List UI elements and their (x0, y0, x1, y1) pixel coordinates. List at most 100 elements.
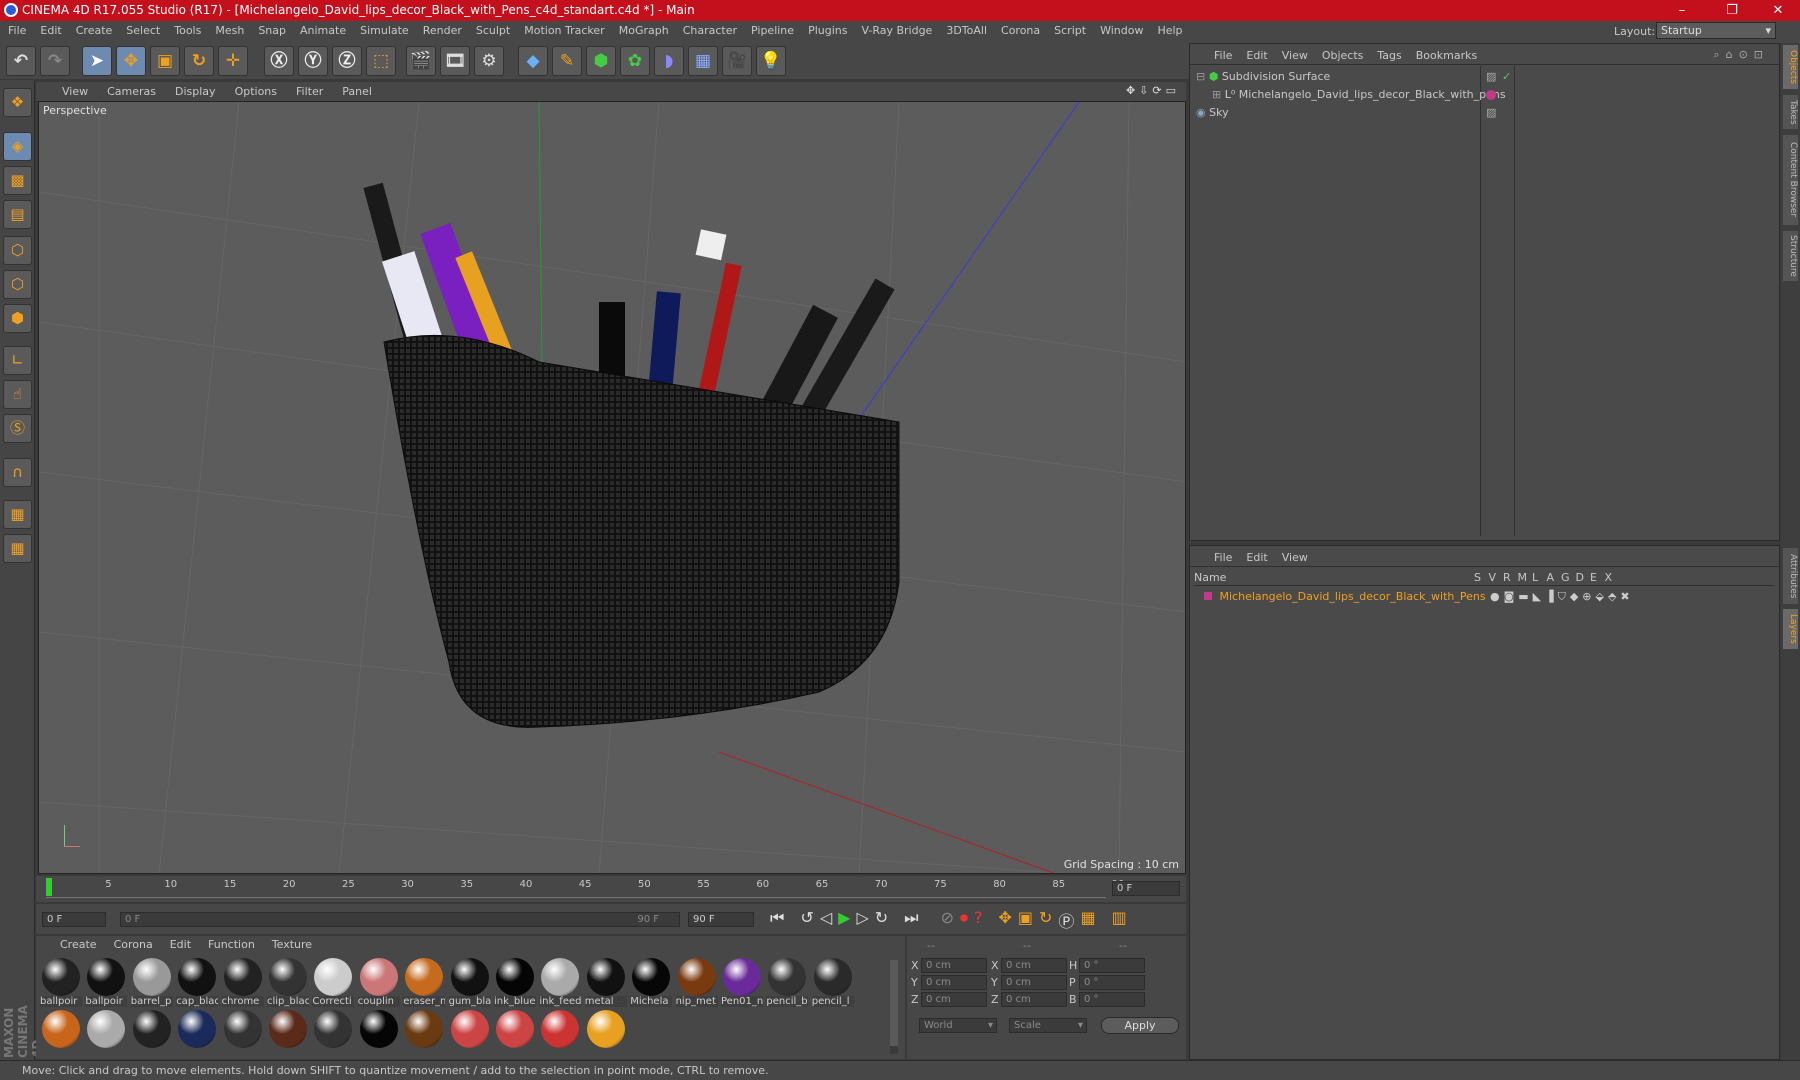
render-region-button[interactable]: 🎞 (440, 46, 470, 76)
object-menu-objects[interactable]: Objects (1322, 49, 1364, 62)
menu-file[interactable]: File (8, 24, 26, 37)
material-swatch[interactable]: couplin (357, 958, 400, 1007)
3d-viewport[interactable]: Perspective Grid Spacing : 10 cm (38, 101, 1186, 874)
material-swatch[interactable] (312, 1010, 354, 1056)
menu-tools[interactable]: Tools (174, 24, 201, 37)
render-settings-button[interactable]: ⚙ (474, 46, 504, 76)
menu-corona[interactable]: Corona (1001, 24, 1040, 37)
undo-button[interactable]: ↶ (6, 46, 36, 76)
material-swatch[interactable]: Correcti (312, 958, 355, 1007)
object-row-subdivision[interactable]: ⊟ ⬢ Subdivision Surface ▨ ✓ (1196, 68, 1776, 86)
viewport-menu-display[interactable]: Display (175, 85, 216, 98)
menu-mograph[interactable]: MoGraph (619, 24, 669, 37)
menu-character[interactable]: Character (683, 24, 737, 37)
material-swatch[interactable]: barrel_p (130, 958, 173, 1007)
scale-tool-button[interactable]: ▣ (150, 46, 180, 76)
layer-flag-icons[interactable]: ●◙▬◣▐⛉◆⊕⬙⬘✖ (1490, 588, 1634, 606)
material-swatch[interactable] (403, 1010, 445, 1056)
material-swatch[interactable] (539, 1010, 581, 1056)
material-swatch[interactable] (85, 1010, 127, 1056)
tab-layers[interactable]: Layers (1783, 609, 1798, 649)
points-mode-button[interactable]: ⬡ (3, 236, 32, 265)
keyframe-lock-button[interactable]: ⊘ (941, 908, 954, 932)
timeline-window-button[interactable]: ▥ (1112, 908, 1127, 932)
material-menu-texture[interactable]: Texture (272, 938, 312, 951)
object-menu-bookmarks[interactable]: Bookmarks (1416, 49, 1477, 62)
frame-range-slider[interactable]: 0 F 90 F (120, 912, 680, 927)
apply-button[interactable]: Apply (1101, 1017, 1179, 1034)
menu-motion-tracker[interactable]: Motion Tracker (524, 24, 604, 37)
tab-structure[interactable]: Structure (1783, 231, 1798, 281)
viewport-menu-filter[interactable]: Filter (296, 85, 323, 98)
menu-animate[interactable]: Animate (300, 24, 346, 37)
y-axis-lock-button[interactable]: Ⓨ (298, 46, 328, 76)
make-editable-button[interactable]: ❖ (3, 88, 32, 117)
material-swatch[interactable]: ink_feed (539, 958, 582, 1007)
camera-button[interactable]: 🎥 (722, 46, 752, 76)
key-rotate-button[interactable]: ↻ (1039, 908, 1052, 932)
menu-select[interactable]: Select (126, 24, 160, 37)
viewport-menu-cameras[interactable]: Cameras (107, 85, 156, 98)
coord-field[interactable]: 0 cm (1001, 992, 1067, 1007)
rotate-tool-button[interactable]: ↻ (184, 46, 214, 76)
menu-render[interactable]: Render (423, 24, 462, 37)
material-swatch[interactable]: cap_blac (176, 958, 219, 1007)
object-row-sky[interactable]: ◉ Sky ▨ (1196, 104, 1776, 122)
workplane-button[interactable]: ▤ (3, 200, 32, 229)
prev-frame-button[interactable]: ◁ (820, 908, 832, 932)
viewport-menu-panel[interactable]: Panel (342, 85, 372, 98)
coord-field[interactable]: 0 ° (1079, 958, 1145, 973)
polygons-mode-button[interactable]: ⬢ (3, 304, 32, 333)
coord-system-button[interactable]: ⬚ (366, 46, 396, 76)
layout-select[interactable]: Startup ▾ (1656, 22, 1776, 39)
record-button[interactable]: ⏺ (960, 908, 968, 932)
grid-snap-button[interactable]: ▦ (3, 534, 32, 563)
snap-button[interactable]: Ⓢ (3, 414, 32, 443)
tab-takes[interactable]: Takes (1783, 95, 1798, 129)
z-axis-lock-button[interactable]: Ⓩ (332, 46, 362, 76)
viewport-nav-icons[interactable]: ✥⇩⟳▭ (1126, 84, 1180, 97)
key-pla-button[interactable]: ▦ (1080, 908, 1095, 932)
material-swatch[interactable]: Michela (630, 958, 673, 1007)
tab-content-browser[interactable]: Content Browser (1783, 135, 1798, 225)
viewport-menu-options[interactable]: Options (235, 85, 277, 98)
cube-primitive-button[interactable]: ◆ (518, 46, 548, 76)
material-swatch[interactable]: ink_blue (494, 958, 536, 1007)
object-menu-file[interactable]: File (1214, 49, 1232, 62)
menu-mesh[interactable]: Mesh (215, 24, 244, 37)
material-menu-corona[interactable]: Corona (114, 938, 153, 951)
play-button[interactable]: ▶ (838, 908, 850, 932)
maximize-button[interactable]: ❐ (1710, 0, 1754, 21)
menu-window[interactable]: Window (1100, 24, 1143, 37)
layer-row[interactable]: Michelangelo_David_lips_decor_Black_with… (1204, 588, 1784, 606)
material-swatch[interactable] (131, 1010, 173, 1056)
material-swatch[interactable]: ballpoir (40, 958, 82, 1007)
redo-button[interactable]: ↷ (40, 46, 70, 76)
material-menu-create[interactable]: Create (60, 938, 97, 951)
material-swatch[interactable]: clip_blac (267, 958, 309, 1007)
prev-key-button[interactable]: ↺ (800, 908, 813, 932)
object-row-model[interactable]: ⊞ L⁰ Michelangelo_David_lips_decor_Black… (1196, 86, 1776, 104)
cloner-button[interactable]: ✿ (620, 46, 650, 76)
material-swatch[interactable] (40, 1010, 82, 1056)
layer-menu-view[interactable]: View (1282, 551, 1308, 564)
grid-lock-button[interactable]: ▦ (3, 500, 32, 529)
select-tool-button[interactable]: ➤ (82, 46, 112, 76)
object-manager-search-icons[interactable]: ⌕⌂⊙⊡ (1713, 48, 1769, 62)
layer-menu-file[interactable]: File (1214, 551, 1232, 564)
material-swatch[interactable]: pencil_l (811, 958, 854, 1007)
tab-objects[interactable]: Objects (1783, 45, 1798, 89)
material-menu-function[interactable]: Function (208, 938, 255, 951)
coord-field[interactable]: 0 cm (921, 975, 987, 990)
timeline-ruler[interactable]: 051015202530354045505560657075808590 0 F (36, 876, 1186, 902)
menu-script[interactable]: Script (1054, 24, 1086, 37)
menu-v-ray-bridge[interactable]: V-Ray Bridge (861, 24, 932, 37)
layer-menu-edit[interactable]: Edit (1246, 551, 1267, 564)
model-mode-button[interactable]: ◈ (3, 132, 32, 161)
object-menu-view[interactable]: View (1282, 49, 1308, 62)
coord-field[interactable]: 0 cm (1001, 975, 1067, 990)
coord-field[interactable]: 0 ° (1079, 992, 1145, 1007)
material-swatch[interactable]: metal (584, 958, 627, 1007)
axis-mode-button[interactable]: ∟ (3, 346, 32, 375)
material-scrollbar[interactable] (890, 960, 898, 1054)
